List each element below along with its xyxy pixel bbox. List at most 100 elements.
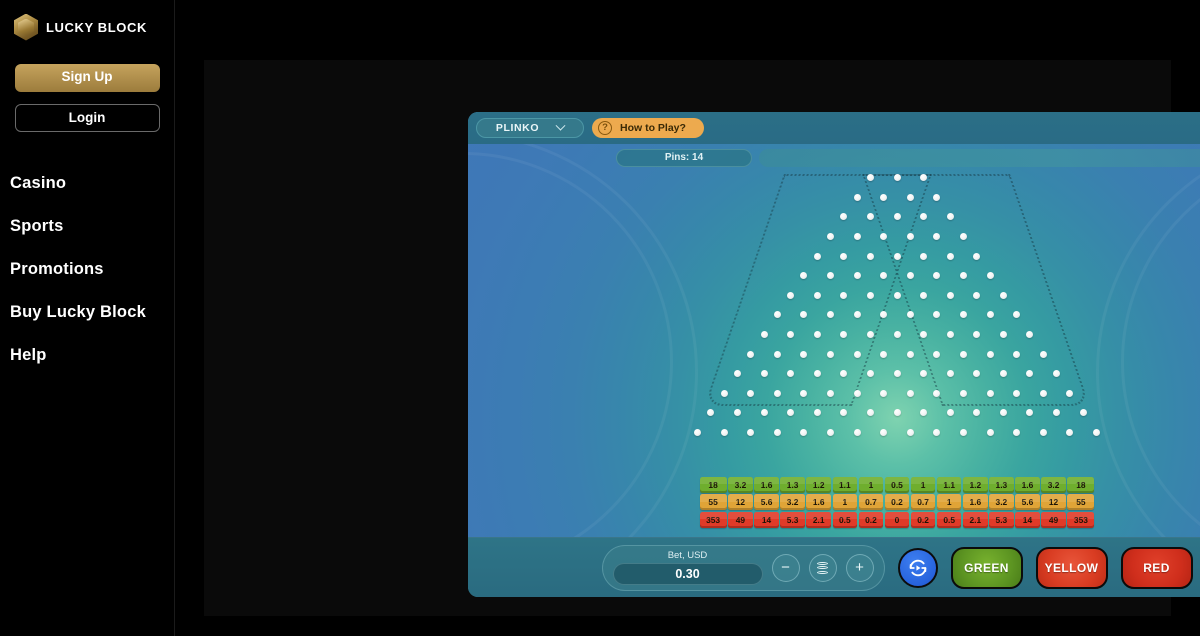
how-to-play-button[interactable]: ? How to Play?	[592, 118, 704, 138]
multiplier-tile[interactable]: 0.2	[885, 494, 910, 510]
pin	[840, 292, 847, 299]
multiplier-tile[interactable]: 0.2	[859, 512, 884, 528]
multiplier-tile[interactable]: 1	[833, 494, 858, 510]
multiplier-tile[interactable]: 3.2	[989, 494, 1014, 510]
multiplier-tile[interactable]: 49	[1041, 512, 1066, 528]
pin	[867, 174, 874, 181]
pin	[933, 194, 940, 201]
pin	[894, 370, 901, 377]
multiplier-tile[interactable]: 353	[700, 512, 727, 528]
pin	[1000, 370, 1007, 377]
bet-increase-button[interactable]: +	[846, 554, 874, 582]
sidebar-item-help[interactable]: Help	[8, 334, 166, 377]
multiplier-tile[interactable]: 5.6	[1015, 494, 1040, 510]
multiplier-tile[interactable]: 1	[911, 477, 936, 493]
sidebar-nav: Casino Sports Promotions Buy Lucky Block…	[8, 162, 166, 377]
auto-play-button[interactable]	[898, 548, 938, 588]
sidebar-item-promotions[interactable]: Promotions	[8, 248, 166, 291]
multiplier-tile[interactable]: 18	[700, 477, 727, 493]
multiplier-tile[interactable]: 18	[1067, 477, 1094, 493]
pin	[1053, 409, 1060, 416]
pin	[827, 272, 834, 279]
multiplier-tile[interactable]: 3.2	[780, 494, 805, 510]
pin	[987, 351, 994, 358]
pin	[1000, 292, 1007, 299]
pin	[973, 331, 980, 338]
pin	[973, 253, 980, 260]
pin	[987, 272, 994, 279]
multiplier-tile[interactable]: 1.3	[780, 477, 805, 493]
pin	[827, 351, 834, 358]
game-selector-dropdown[interactable]: PLINKO	[476, 118, 584, 138]
multiplier-tile[interactable]: 3.2	[1041, 477, 1066, 493]
multiplier-tile[interactable]: 0	[885, 512, 910, 528]
multiplier-tile[interactable]: 1.2	[806, 477, 831, 493]
pin	[707, 409, 714, 416]
how-to-play-label: How to Play?	[620, 122, 686, 134]
multiplier-tile[interactable]: 12	[728, 494, 753, 510]
pin	[694, 429, 701, 436]
pin-row	[468, 227, 1200, 247]
bet-input[interactable]: 0.30	[613, 563, 763, 585]
pin-row	[468, 384, 1200, 404]
multiplier-tile[interactable]: 0.5	[885, 477, 910, 493]
pin	[867, 331, 874, 338]
multiplier-tile[interactable]: 5.6	[754, 494, 779, 510]
multiplier-tile[interactable]: 55	[1067, 494, 1094, 510]
multiplier-tile[interactable]: 0.7	[859, 494, 884, 510]
bet-green-button[interactable]: GREEN	[951, 547, 1023, 589]
multiplier-tile[interactable]: 353	[1067, 512, 1094, 528]
pin	[933, 429, 940, 436]
pin	[734, 370, 741, 377]
pin	[894, 292, 901, 299]
multiplier-tile[interactable]: 0.2	[911, 512, 936, 528]
pin	[920, 174, 927, 181]
game-topbar: PLINKO ? How to Play? 3000.00USD	[468, 112, 1200, 144]
multiplier-tile[interactable]: 1.6	[754, 477, 779, 493]
sidebar-item-casino[interactable]: Casino	[8, 162, 166, 205]
multiplier-tile[interactable]: 0.5	[937, 512, 962, 528]
multiplier-tile[interactable]: 14	[754, 512, 779, 528]
multiplier-tile[interactable]: 2.1	[963, 512, 988, 528]
bet-red-button[interactable]: RED	[1121, 547, 1193, 589]
multiplier-tile[interactable]: 1.6	[1015, 477, 1040, 493]
multiplier-tile[interactable]: 1.2	[963, 477, 988, 493]
multiplier-tile[interactable]: 1.1	[937, 477, 962, 493]
pin	[960, 311, 967, 318]
sidebar-item-sports[interactable]: Sports	[8, 205, 166, 248]
multiplier-tile[interactable]: 1	[937, 494, 962, 510]
brand-logo[interactable]: LUCKY BLOCK	[8, 0, 166, 44]
multiplier-tile[interactable]: 5.3	[780, 512, 805, 528]
login-button[interactable]: Login	[15, 104, 160, 132]
multiplier-tile[interactable]: 0.5	[833, 512, 858, 528]
multiplier-tile[interactable]: 1.6	[963, 494, 988, 510]
bet-chips-button[interactable]	[809, 554, 837, 582]
multiplier-tile[interactable]: 1.3	[989, 477, 1014, 493]
multiplier-tile[interactable]: 3.2	[728, 477, 753, 493]
pin	[960, 351, 967, 358]
pins-count-button[interactable]: Pins: 14	[616, 149, 752, 167]
multiplier-tile[interactable]: 1.6	[806, 494, 831, 510]
bet-yellow-button[interactable]: YELLOW	[1036, 547, 1108, 589]
multiplier-tile[interactable]: 12	[1041, 494, 1066, 510]
pin	[747, 429, 754, 436]
pin-row	[468, 246, 1200, 266]
pin	[761, 331, 768, 338]
pin	[827, 429, 834, 436]
sign-up-button[interactable]: Sign Up	[15, 64, 160, 92]
pin	[880, 272, 887, 279]
pin	[800, 351, 807, 358]
bet-decrease-button[interactable]: −	[772, 554, 800, 582]
multiplier-tile[interactable]: 55	[700, 494, 727, 510]
multiplier-tile[interactable]: 2.1	[806, 512, 831, 528]
multiplier-tile[interactable]: 1	[859, 477, 884, 493]
multiplier-tile[interactable]: 5.3	[989, 512, 1014, 528]
multiplier-tile[interactable]: 49	[728, 512, 753, 528]
multiplier-tile[interactable]: 14	[1015, 512, 1040, 528]
multiplier-tile[interactable]: 0.7	[911, 494, 936, 510]
pin	[854, 429, 861, 436]
sidebar-item-buy-lucky-block[interactable]: Buy Lucky Block	[8, 291, 166, 334]
multiplier-grid: 183.21.61.31.21.110.511.11.21.31.63.2185…	[468, 475, 1200, 537]
multiplier-tile[interactable]: 1.1	[833, 477, 858, 493]
lucky-block-cube-icon	[14, 14, 38, 41]
